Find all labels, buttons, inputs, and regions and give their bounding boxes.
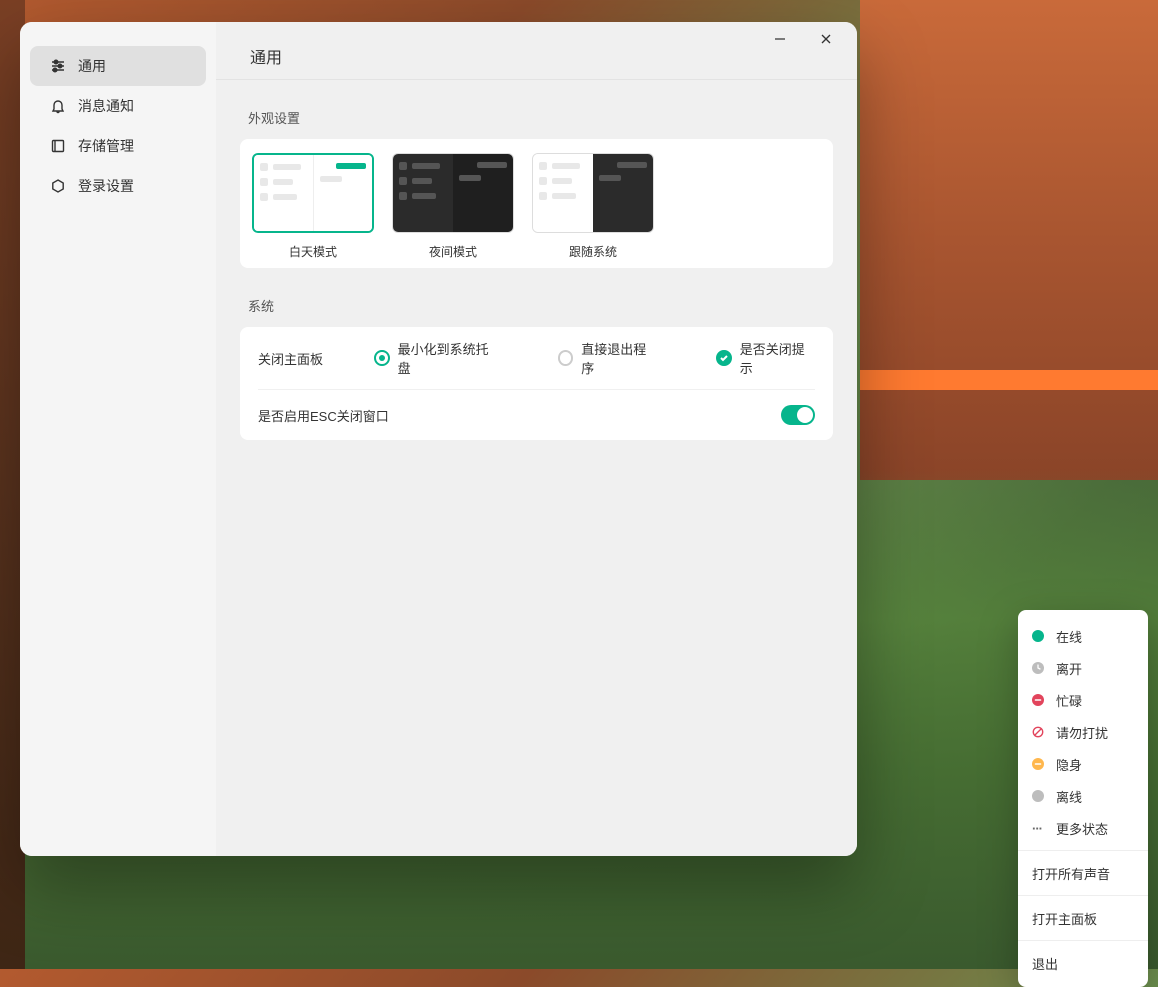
status-menu-item-dnd[interactable]: 请勿打扰 xyxy=(1018,716,1148,748)
tray-status-menu: 在线 离开 忙碌 请勿打扰 隐身 离线 ··· 更多状态 打开所有声音 打 xyxy=(1018,610,1148,987)
close-button[interactable] xyxy=(803,24,849,54)
status-away-icon xyxy=(1032,662,1044,674)
status-menu-item-more[interactable]: ··· 更多状态 xyxy=(1018,812,1148,844)
status-menu-item-busy[interactable]: 忙碌 xyxy=(1018,684,1148,716)
check-icon xyxy=(716,350,731,366)
menu-separator xyxy=(1018,850,1148,851)
radio-minimize-to-tray[interactable]: 最小化到系统托盘 xyxy=(374,339,498,377)
minimize-button[interactable] xyxy=(757,24,803,54)
page-title: 通用 xyxy=(250,44,282,68)
status-label: 更多状态 xyxy=(1056,819,1108,838)
status-menu-item-online[interactable]: 在线 xyxy=(1018,620,1148,652)
radio-exit-directly[interactable]: 直接退出程序 xyxy=(558,339,657,377)
theme-option-system[interactable]: 跟随系统 xyxy=(532,153,654,260)
status-offline-icon xyxy=(1032,790,1044,802)
theme-preview-light xyxy=(252,153,374,233)
theme-label: 跟随系统 xyxy=(532,243,654,260)
menu-action-open-sounds[interactable]: 打开所有声音 xyxy=(1018,857,1148,889)
status-menu-item-away[interactable]: 离开 xyxy=(1018,652,1148,684)
theme-preview-dark xyxy=(392,153,514,233)
storage-icon xyxy=(50,138,66,154)
status-busy-icon xyxy=(1032,694,1044,706)
radio-indicator-icon xyxy=(374,350,390,366)
theme-label: 夜间模式 xyxy=(392,243,514,260)
checkbox-close-confirm[interactable]: 是否关闭提示 xyxy=(716,339,815,377)
menu-action-label: 打开所有声音 xyxy=(1032,864,1110,883)
menu-separator xyxy=(1018,895,1148,896)
sidebar-item-login[interactable]: 登录设置 xyxy=(30,166,206,206)
system-section-title: 系统 xyxy=(248,296,857,315)
sidebar-item-label: 存储管理 xyxy=(78,136,134,156)
settings-sidebar: 通用 消息通知 存储管理 登录设置 xyxy=(20,22,216,856)
more-icon: ··· xyxy=(1032,821,1044,836)
status-online-icon xyxy=(1032,630,1044,642)
sidebar-item-label: 通用 xyxy=(78,56,106,76)
checkbox-label: 是否关闭提示 xyxy=(740,339,815,377)
esc-close-row: 是否启用ESC关闭窗口 xyxy=(258,390,815,440)
menu-action-quit[interactable]: 退出 xyxy=(1018,947,1148,979)
system-card: 关闭主面板 最小化到系统托盘 直接退出程序 是否关闭提示 是否启用ESC关 xyxy=(240,327,833,440)
sidebar-item-notifications[interactable]: 消息通知 xyxy=(30,86,206,126)
theme-preview-system xyxy=(532,153,654,233)
settings-window: 通用 消息通知 存储管理 登录设置 xyxy=(20,22,857,856)
close-panel-row: 关闭主面板 最小化到系统托盘 直接退出程序 是否关闭提示 xyxy=(258,327,815,390)
status-menu-item-invisible[interactable]: 隐身 xyxy=(1018,748,1148,780)
status-menu-item-offline[interactable]: 离线 xyxy=(1018,780,1148,812)
hexagon-icon xyxy=(50,178,66,194)
status-label: 在线 xyxy=(1056,627,1082,646)
status-label: 离线 xyxy=(1056,787,1082,806)
esc-close-toggle[interactable] xyxy=(781,405,815,425)
settings-content: 通用 外观设置 xyxy=(216,22,857,856)
menu-action-label: 打开主面板 xyxy=(1032,909,1097,928)
radio-label: 最小化到系统托盘 xyxy=(398,339,498,377)
menu-separator xyxy=(1018,940,1148,941)
theme-option-dark[interactable]: 夜间模式 xyxy=(392,153,514,260)
appearance-card: 白天模式 夜间模式 xyxy=(240,139,833,268)
sidebar-item-general[interactable]: 通用 xyxy=(30,46,206,86)
theme-option-light[interactable]: 白天模式 xyxy=(252,153,374,260)
sliders-icon xyxy=(50,58,66,74)
menu-action-label: 退出 xyxy=(1032,954,1058,973)
window-titlebar: 通用 xyxy=(216,22,857,80)
esc-close-label: 是否启用ESC关闭窗口 xyxy=(258,406,781,425)
radio-label: 直接退出程序 xyxy=(581,339,656,377)
theme-label: 白天模式 xyxy=(252,243,374,260)
status-label: 隐身 xyxy=(1056,755,1082,774)
status-dnd-icon xyxy=(1032,726,1044,738)
radio-indicator-icon xyxy=(558,350,574,366)
status-invisible-icon xyxy=(1032,758,1044,770)
sidebar-item-label: 登录设置 xyxy=(78,176,134,196)
sidebar-item-storage[interactable]: 存储管理 xyxy=(30,126,206,166)
appearance-section-title: 外观设置 xyxy=(248,108,857,127)
menu-action-open-main-panel[interactable]: 打开主面板 xyxy=(1018,902,1148,934)
bell-icon xyxy=(50,98,66,114)
close-panel-label: 关闭主面板 xyxy=(258,349,374,368)
status-label: 离开 xyxy=(1056,659,1082,678)
status-label: 请勿打扰 xyxy=(1056,723,1108,742)
sidebar-item-label: 消息通知 xyxy=(78,96,134,116)
status-label: 忙碌 xyxy=(1056,691,1082,710)
